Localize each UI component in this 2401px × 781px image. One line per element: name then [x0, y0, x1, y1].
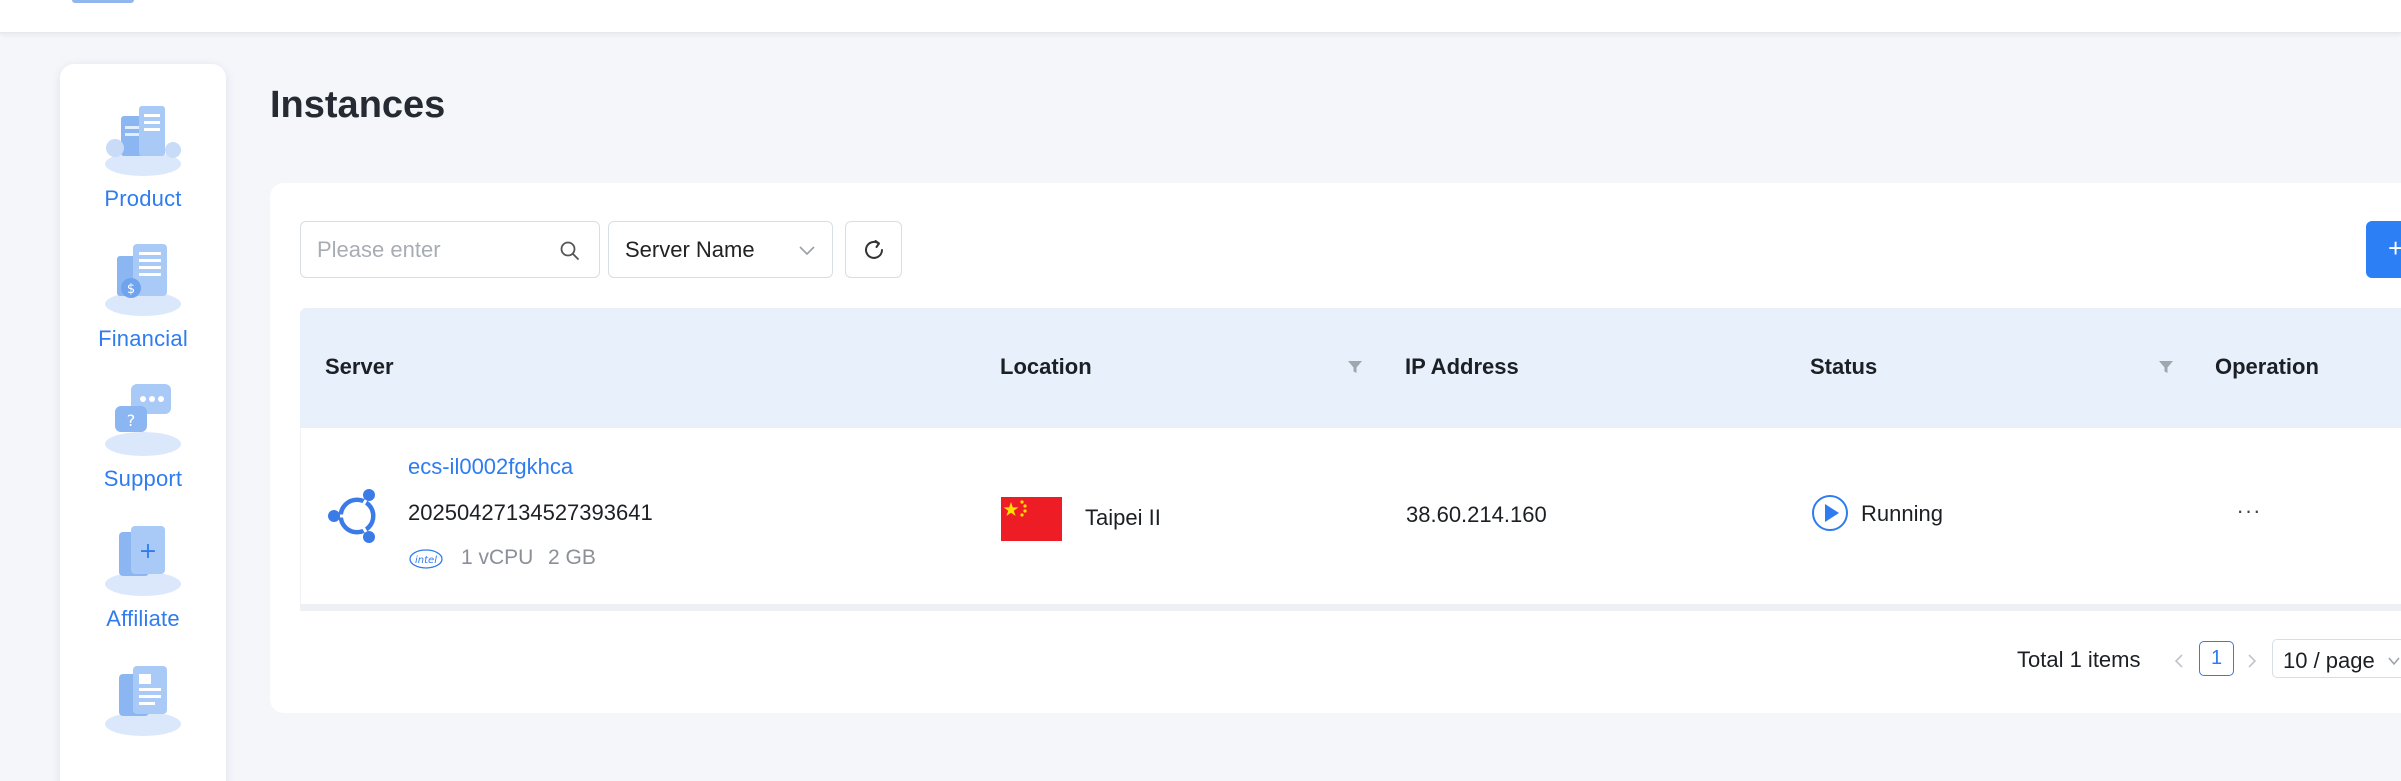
refresh-button[interactable] [845, 221, 902, 278]
chevron-left-icon[interactable] [2170, 650, 2188, 672]
location-name: Taipei II [1085, 505, 1161, 530]
chevron-down-icon [2388, 657, 2400, 666]
product-illustration-icon [105, 106, 181, 176]
table-header: Server Location IP Address Status Operat… [300, 308, 2401, 428]
column-header-operation: Operation [2215, 354, 2319, 379]
sidebar-item-label: Affiliate [106, 606, 180, 631]
memory-spec: 2 GB [548, 546, 596, 569]
refresh-icon [864, 239, 883, 259]
intel-icon: intel [409, 549, 443, 569]
sidebar-item-financial[interactable]: $ Financial [60, 222, 226, 362]
affiliate-illustration-icon: + [105, 526, 181, 596]
pagination-total: Total 1 items [2017, 647, 2141, 672]
location-filter-icon[interactable] [1346, 358, 1364, 376]
sidebar-item-documents[interactable] [60, 642, 226, 781]
sidebar-item-product[interactable]: Product [60, 82, 226, 222]
more-actions-button[interactable]: ··· [2231, 498, 2267, 523]
ubuntu-icon [328, 489, 379, 543]
server-name-link[interactable]: ecs-il0002fgkhca [408, 454, 573, 480]
svg-text:$: $ [127, 282, 135, 297]
search-box [300, 221, 600, 278]
page-size-select[interactable]: 10 / page [2272, 639, 2401, 678]
page-size-value: 10 / page [2283, 648, 2375, 673]
column-header-server: Server [325, 354, 394, 379]
svg-text:?: ? [127, 411, 136, 430]
column-header-status: Status [1810, 354, 1878, 379]
chevron-right-icon[interactable] [2243, 650, 2261, 672]
logo[interactable] [72, 0, 134, 3]
status-filter-icon[interactable] [2157, 358, 2175, 376]
server-id: 20250427134527393641 [408, 500, 653, 525]
sidebar-item-label: Product [104, 186, 182, 211]
search-input[interactable] [317, 232, 547, 268]
top-bar [0, 0, 2401, 33]
pagination-page-1[interactable]: 1 [2199, 641, 2234, 676]
page-title: Instances [270, 84, 446, 126]
financial-illustration-icon: $ [105, 244, 181, 316]
select-value: Server Name [625, 237, 755, 262]
column-header-location: Location [1000, 354, 1092, 379]
sidebar-item-support[interactable]: ? Support [60, 362, 226, 502]
svg-text:intel: intel [415, 555, 437, 566]
vcpu-spec: 1 vCPU [461, 546, 534, 569]
add-instance-button[interactable]: + [2366, 221, 2401, 278]
column-header-ip-address: IP Address [1405, 354, 1519, 379]
support-illustration-icon: ? [105, 384, 181, 456]
sidebar: Product $ Financial ? Support + Affiliat… [60, 64, 226, 781]
ip-address: 38.60.214.160 [1406, 502, 1547, 527]
running-status-icon [1812, 495, 1848, 531]
svg-text:+: + [139, 539, 157, 564]
table-scrollbar[interactable] [300, 604, 2401, 611]
document-illustration-icon [105, 666, 181, 736]
status-text: Running [1861, 501, 1943, 526]
search-field-select[interactable]: Server Name [608, 221, 833, 278]
china-flag-icon [1001, 497, 1062, 541]
sidebar-item-label: Support [103, 466, 183, 491]
search-icon[interactable] [559, 240, 581, 262]
table-row: ecs-il0002fgkhca 20250427134527393641 in… [300, 428, 2401, 606]
sidebar-item-affiliate[interactable]: + Affiliate [60, 502, 226, 642]
chevron-down-icon [799, 246, 815, 256]
sidebar-item-label: Financial [98, 326, 188, 351]
